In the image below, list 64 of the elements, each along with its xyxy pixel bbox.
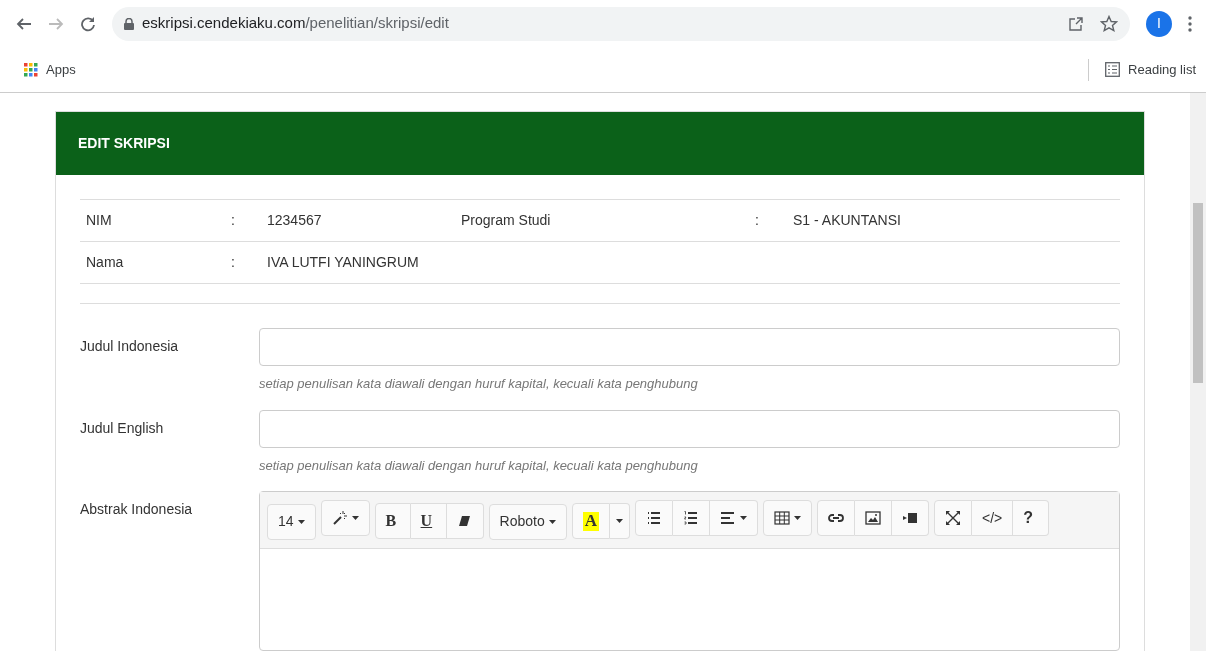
lock-icon (124, 17, 134, 30)
text-input[interactable] (259, 328, 1120, 366)
caret-icon (351, 516, 359, 520)
wand-icon (331, 510, 348, 526)
field-label: Judul Indonesia (80, 337, 180, 356)
info-label: Program Studi (461, 212, 551, 228)
colon-separator: : (231, 254, 235, 270)
text-input[interactable] (259, 409, 1120, 448)
info-value: 1234567 (267, 212, 322, 228)
align-button[interactable] (710, 500, 758, 536)
dropdown-button[interactable]: Roboto (488, 503, 567, 540)
back-icon[interactable] (16, 15, 32, 32)
reading-list-link[interactable]: Reading list (1128, 59, 1196, 80)
reading-list-icon[interactable] (1105, 62, 1121, 77)
reload-icon[interactable] (80, 15, 96, 32)
info-label: Nama (86, 254, 124, 270)
fullscreen-icon (945, 510, 961, 526)
image-button[interactable] (855, 500, 892, 536)
color-dropdown-button[interactable] (610, 503, 630, 540)
table-button[interactable] (763, 500, 812, 536)
field-label: Judul English (80, 418, 165, 438)
underline-button[interactable]: U (410, 503, 447, 539)
bullet-list-icon (646, 510, 662, 526)
bold-button[interactable]: B (374, 503, 411, 539)
fullscreen-button[interactable] (934, 500, 972, 536)
info-value: S1 - AKUNTANSI (793, 212, 901, 228)
scrollbar[interactable] (1190, 93, 1206, 651)
help-text: setiap penulisan kata diawali dengan huruf kapital, kecuali kata penghubung (259, 375, 699, 393)
numbered-list-icon (683, 510, 699, 526)
card-header: EDIT SKRIPSI (56, 112, 1144, 175)
help-button[interactable]: ? (1013, 500, 1050, 536)
caret-icon (616, 519, 623, 524)
image-icon (865, 510, 881, 526)
bookmark-link[interactable]: Apps (46, 59, 76, 80)
eraser-button[interactable] (446, 503, 484, 539)
highlight-button[interactable]: A (571, 503, 610, 540)
dropdown-button[interactable]: 14 (267, 503, 316, 540)
star-icon[interactable] (1100, 14, 1118, 33)
help-text: setiap penulisan kata diawali dengan huruf kapital, kecuali kata penghubung (259, 456, 699, 475)
field-label: Abstrak Indonesia (80, 500, 194, 519)
share-icon[interactable] (1068, 15, 1084, 32)
colon-separator: : (755, 212, 759, 228)
profile-avatar[interactable]: I (1146, 10, 1172, 37)
colon-separator: : (231, 212, 235, 228)
url-text: eskripsi.cendekiaku.com/penelitian/skripsi/edit (142, 13, 450, 34)
align-icon (720, 510, 736, 526)
caret-icon (548, 519, 556, 524)
video-button[interactable] (892, 500, 929, 536)
info-label: NIM (86, 212, 112, 228)
bullet-list-button[interactable] (635, 500, 673, 536)
numbered-list-button[interactable] (673, 500, 710, 536)
menu-icon[interactable] (1188, 15, 1192, 32)
wand-button[interactable] (320, 500, 370, 536)
caret-icon (740, 516, 747, 520)
caret-icon (794, 516, 801, 520)
code-view-button[interactable]: </> (972, 500, 1014, 536)
grid-icon[interactable] (24, 62, 38, 77)
table-icon (774, 510, 790, 526)
video-icon (902, 510, 918, 526)
address-bar[interactable]: eskripsi.cendekiaku.com/penelitian/skripsi/edit (112, 6, 1130, 41)
eraser-icon (456, 513, 473, 529)
info-value: IVA LUTFI YANINGRUM (267, 254, 419, 270)
link-button[interactable] (817, 500, 855, 536)
caret-icon (297, 519, 305, 524)
